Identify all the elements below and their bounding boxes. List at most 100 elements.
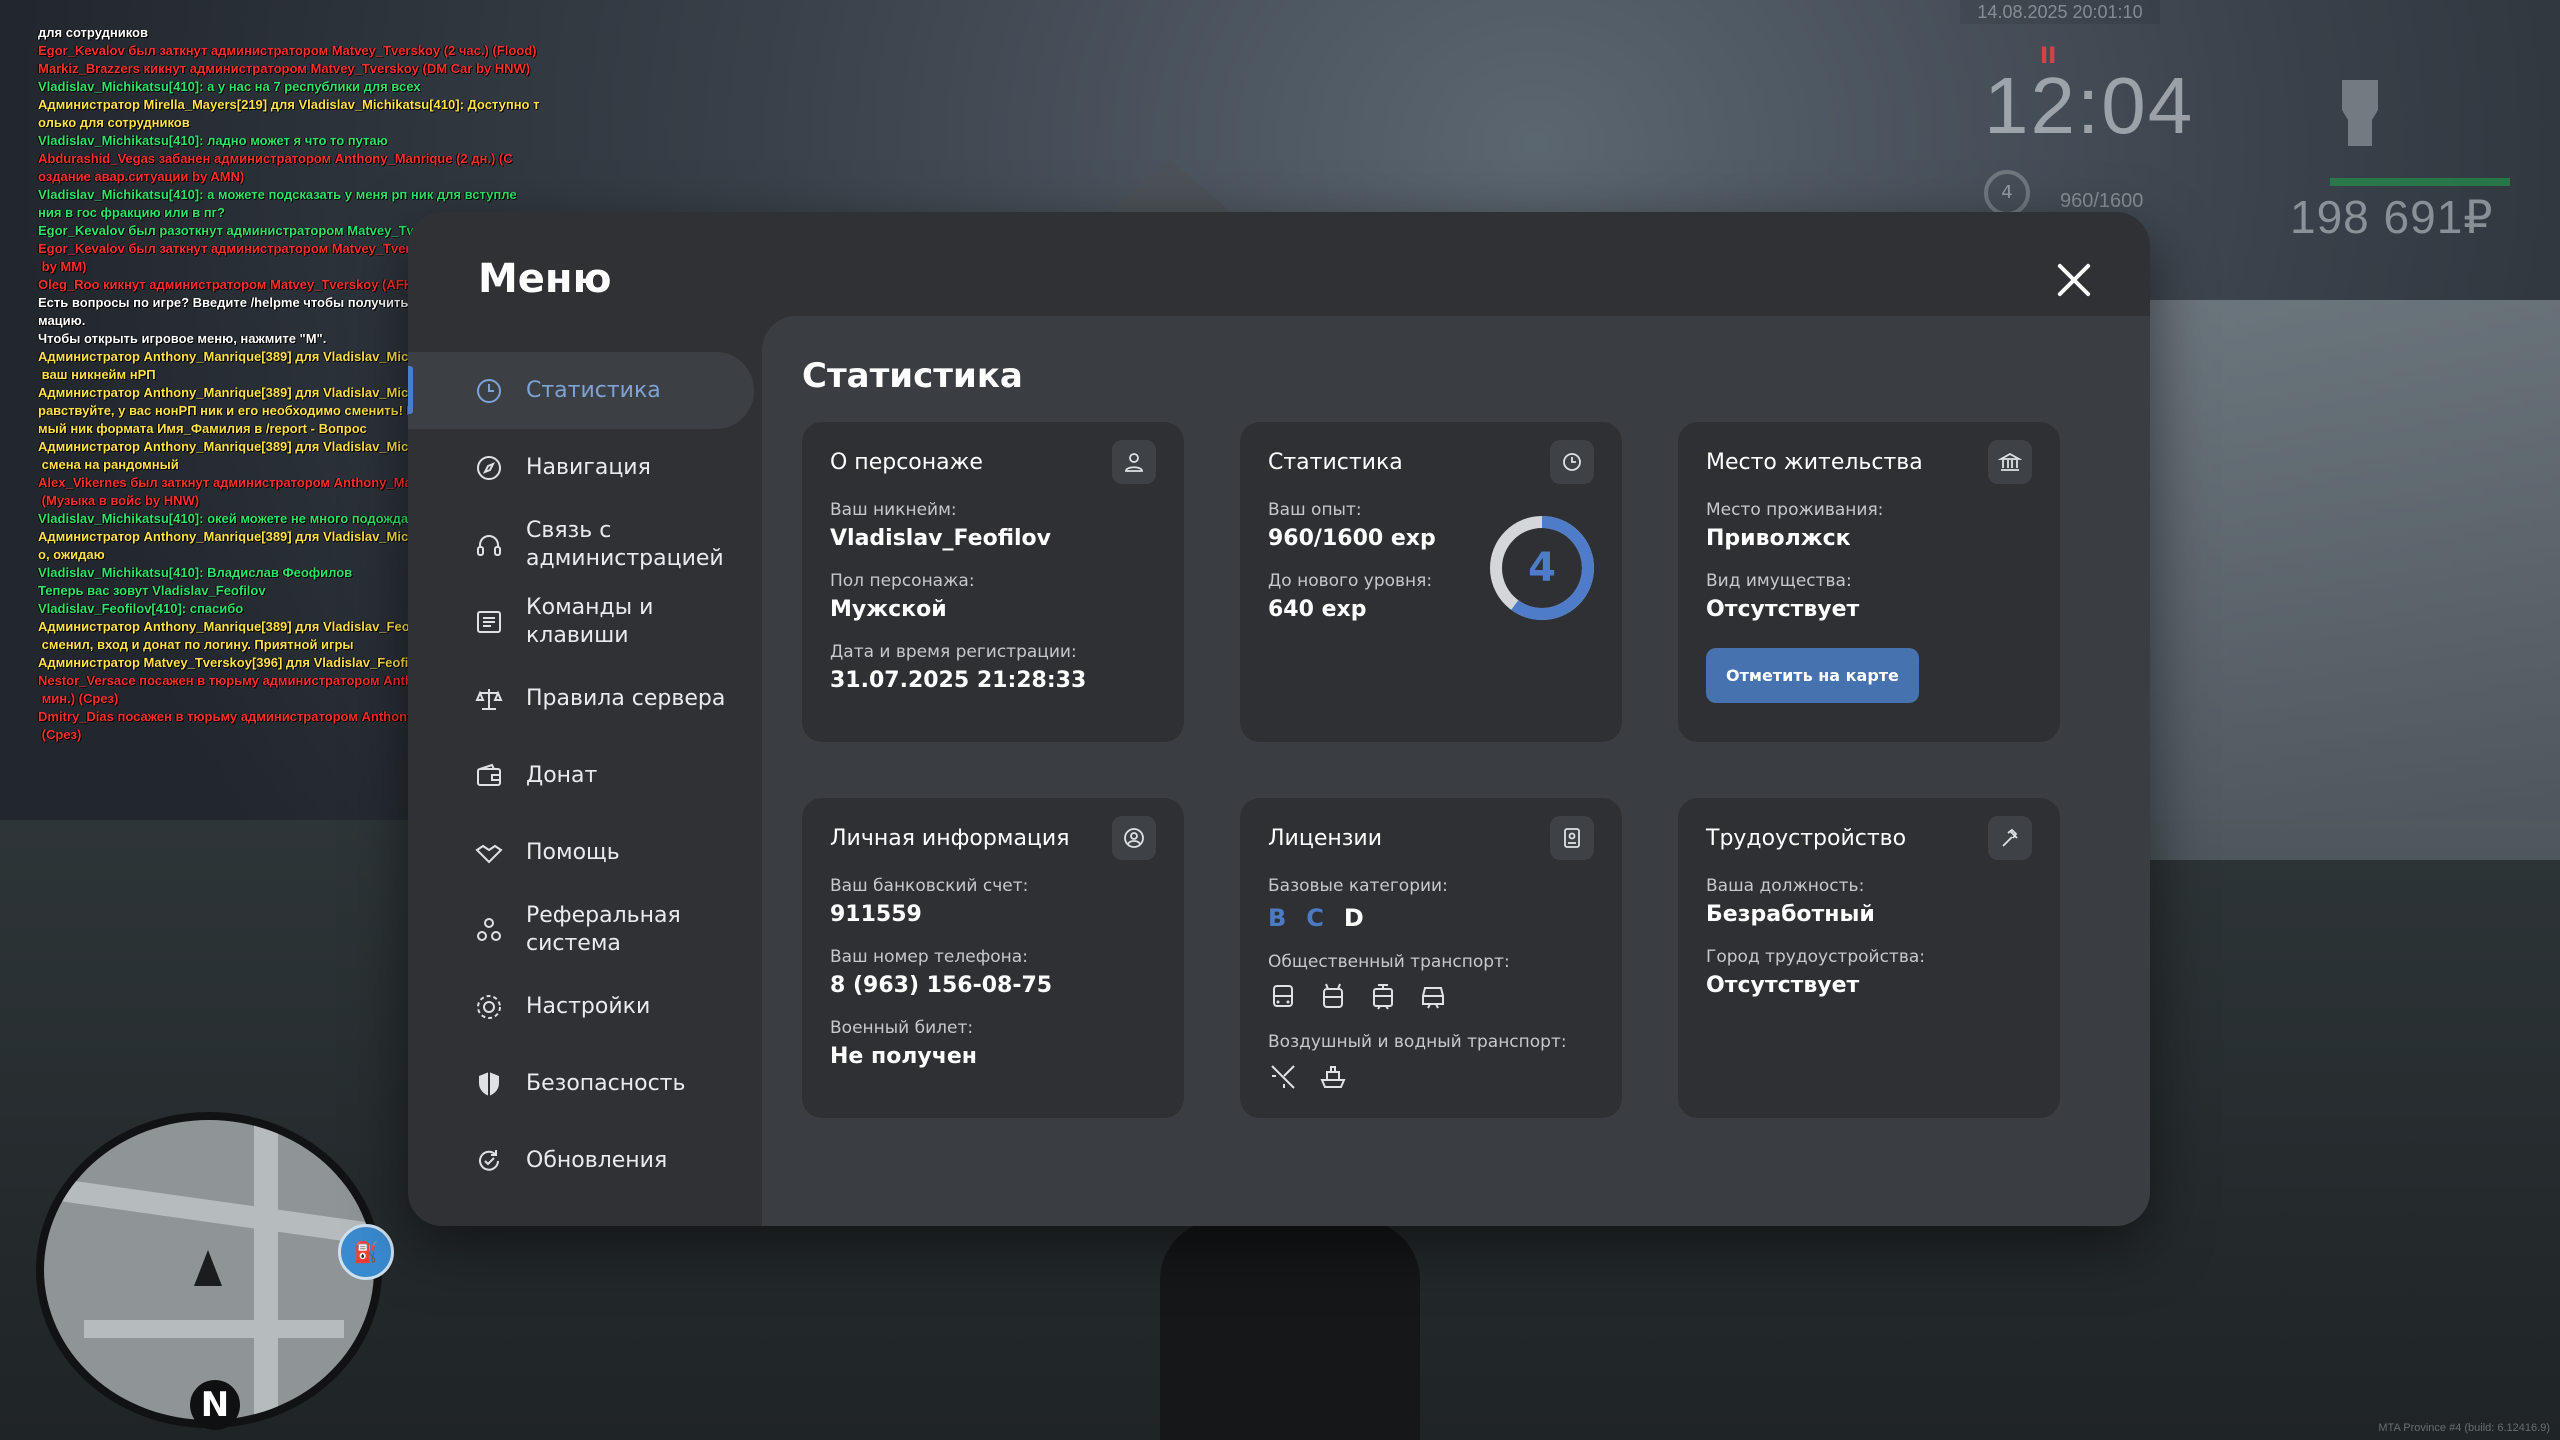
nav-item-security[interactable]: Безопасность <box>408 1045 754 1122</box>
chat-message: оздание авар.ситуации by AMN) <box>38 169 245 184</box>
card-stats: Статистика Ваш опыт: 960/1600 exp До нов… <box>1240 422 1622 742</box>
bank-icon[interactable] <box>1988 440 2032 484</box>
shield-icon <box>474 1069 504 1099</box>
people-icon <box>474 915 504 945</box>
card-title: Трудоустройство <box>1706 825 1907 851</box>
nav-item-statistics[interactable]: Статистика <box>408 352 754 429</box>
minimap-north: N <box>190 1380 240 1430</box>
airplane-icon <box>1271 1065 1295 1089</box>
job-city-value: Отсутствует <box>1706 973 1860 998</box>
nickname-value: Vladislav_Feofilov <box>830 526 1051 551</box>
chat-message: Vladislav_Michikatsu[410]: а можете подс… <box>38 187 517 202</box>
card-title: Личная информация <box>830 825 1070 851</box>
chat-message: Abdurashid_Vegas забанен администратором… <box>38 151 513 166</box>
bank-account-label: Ваш банковский счет: <box>830 876 1029 896</box>
position-label: Ваша должность: <box>1706 876 1865 896</box>
nav-item-navigation[interactable]: Навигация <box>408 429 754 506</box>
level-value: 4 <box>1528 545 1556 591</box>
position-value: Безработный <box>1706 902 1875 927</box>
nav-label: Правила сервера <box>526 685 726 711</box>
minimap-road <box>84 1320 344 1338</box>
close-icon[interactable] <box>2052 258 2096 302</box>
fist-icon <box>2342 80 2378 146</box>
property-value: Отсутствует <box>1706 597 1860 622</box>
card-title: Статистика <box>1268 449 1403 475</box>
mark-on-map-button[interactable]: Отметить на карте <box>1706 648 1919 703</box>
nav-item-referral[interactable]: Реферальная система <box>408 891 754 968</box>
air-water-transport-label: Воздушный и водный транспорт: <box>1268 1032 1567 1052</box>
hud-level-badge: 4 <box>1984 170 2030 216</box>
license-categories: BCD <box>1268 904 1594 932</box>
nav-label: Команды и клавиши <box>526 594 654 648</box>
minimap-road <box>44 1177 374 1245</box>
minimap-road <box>254 1120 278 1420</box>
clock-icon <box>474 376 504 406</box>
metro-icon <box>1422 987 1444 1009</box>
game-menu: Меню Статистика Навигация Связь с админи… <box>408 212 2150 1226</box>
nav-label: Обновления <box>526 1147 668 1173</box>
gender-label: Пол персонажа: <box>830 571 975 591</box>
nav-label: Реферальная система <box>526 902 681 956</box>
chat-message: олько для сотрудников <box>38 115 190 130</box>
hud-money: 198 691₽ <box>2290 191 2494 243</box>
public-transport-icons <box>1268 982 1594 1012</box>
base-categories-label: Базовые категории: <box>1268 876 1448 896</box>
card-licenses: Лицензии Базовые категории: BCD Обществе… <box>1240 798 1622 1118</box>
nav-item-updates[interactable]: Обновления <box>408 1122 754 1199</box>
fuel-station-icon: ⛽ <box>338 1224 394 1280</box>
card-title: О персонаже <box>830 449 983 475</box>
health-bar <box>2330 178 2510 186</box>
user-icon[interactable] <box>1112 440 1156 484</box>
phone-value: 8 (963) 156-08-75 <box>830 973 1053 998</box>
registration-label: Дата и время регистрации: <box>830 642 1077 662</box>
registration-value: 31.07.2025 21:28:33 <box>830 668 1087 693</box>
category-d: D <box>1343 904 1368 932</box>
nav-label: Связь с администрацией <box>526 517 724 571</box>
card-title: Лицензии <box>1268 825 1383 851</box>
profile-icon[interactable] <box>1112 816 1156 860</box>
hammer-icon[interactable] <box>1988 816 2032 860</box>
category-c: C <box>1306 904 1328 932</box>
hud-datetime: 14.08.2025 20:01:10 <box>1960 0 2160 24</box>
menu-nav: Статистика Навигация Связь с администрац… <box>408 352 754 1199</box>
military-id-value: Не получен <box>830 1044 977 1069</box>
nav-item-rules[interactable]: Правила сервера <box>408 660 754 737</box>
headset-icon <box>474 530 504 560</box>
license-icon[interactable] <box>1550 816 1594 860</box>
player-arrow-icon <box>194 1250 222 1286</box>
handshake-icon <box>474 838 504 868</box>
boat-icon <box>1320 1066 1346 1088</box>
bus-icon <box>1273 985 1293 1007</box>
refresh-icon <box>474 1146 504 1176</box>
card-personal-info: Личная информация Ваш банковский счет: 9… <box>802 798 1184 1118</box>
compass-icon <box>474 453 504 483</box>
hud-clock: 12:04 <box>1984 61 2195 150</box>
chat-message: Vladislav_Michikatsu[410]: а у нас на 7 … <box>38 79 421 94</box>
clock-icon[interactable] <box>1550 440 1594 484</box>
nav-item-admin-contact[interactable]: Связь с администрацией <box>408 506 754 583</box>
property-label: Вид имущества: <box>1706 571 1852 591</box>
statistics-panel: Статистика О персонаже Ваш никнейм: Vlad… <box>762 316 2150 1226</box>
menu-title: Меню <box>478 256 612 302</box>
nav-item-donate[interactable]: Донат <box>408 737 754 814</box>
nav-label: Помощь <box>526 839 620 865</box>
chat-message: Markiz_Brazzers кикнут администратором M… <box>38 61 531 76</box>
tram-icon <box>1373 984 1393 1010</box>
level-progress-ring: 4 <box>1488 514 1596 622</box>
nav-item-settings[interactable]: Настройки <box>408 968 754 1045</box>
chat-message: Администратор Mirella_Mayers[219] для Vl… <box>38 97 540 112</box>
nav-item-help[interactable]: Помощь <box>408 814 754 891</box>
bank-account-value: 911559 <box>830 902 922 927</box>
place-value: Приволжск <box>1706 526 1851 551</box>
page-title: Статистика <box>802 356 1023 396</box>
trolleybus-icon <box>1323 983 1343 1008</box>
nav-item-commands[interactable]: Команды и клавиши <box>408 583 754 660</box>
job-city-label: Город трудоустройства: <box>1706 947 1925 967</box>
nav-label: Настройки <box>526 993 651 1019</box>
chat-message: для сотрудников <box>38 25 148 40</box>
phone-label: Ваш номер телефона: <box>830 947 1028 967</box>
card-residence: Место жительства Место проживания: Приво… <box>1678 422 2060 742</box>
military-id-label: Военный билет: <box>830 1018 974 1038</box>
wallet-icon <box>474 761 504 791</box>
nav-label: Донат <box>526 762 598 788</box>
